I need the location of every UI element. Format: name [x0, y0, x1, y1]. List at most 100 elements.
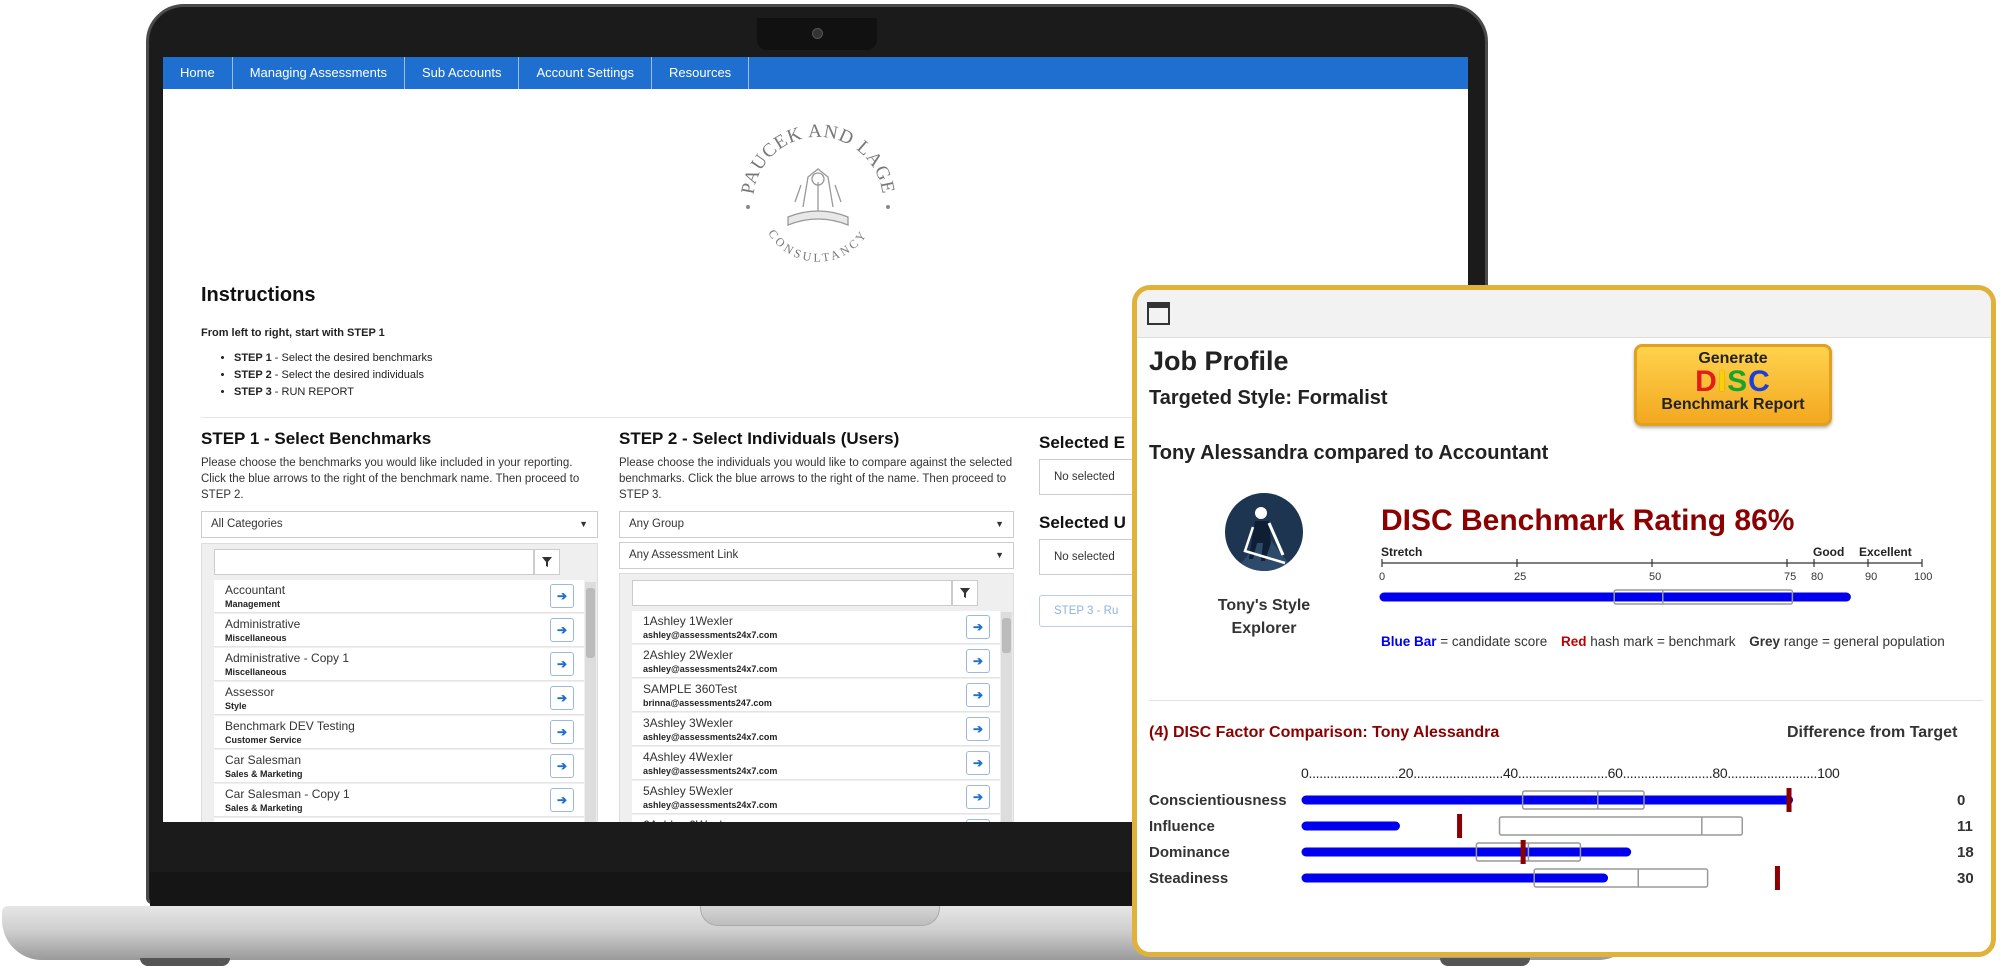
benchmark-subtext: Miscellaneous	[225, 667, 287, 677]
nav-resources[interactable]: Resources	[652, 57, 750, 89]
benchmark-name: Assessor	[225, 685, 275, 699]
difference-from-target-title: Difference from Target	[1787, 724, 1958, 741]
group-select[interactable]: Any Group ▼	[619, 511, 1014, 538]
benchmark-subtext: Sales & Marketing	[225, 803, 303, 813]
nav-sub-accounts[interactable]: Sub Accounts	[405, 57, 520, 89]
scale-excellent-label: Excellent	[1859, 545, 1912, 559]
add-arrow-icon[interactable]: ➔	[550, 618, 574, 642]
nav-account-settings[interactable]: Account Settings	[519, 57, 653, 89]
add-arrow-icon[interactable]: ➔	[550, 754, 574, 778]
add-arrow-icon[interactable]: ➔	[966, 683, 990, 707]
user-subtext: ashley@assessments24x7.com	[643, 664, 778, 674]
user-subtext: ashley@assessments24x7.com	[643, 800, 778, 810]
scale-tick-label: 0	[1379, 571, 1385, 583]
legend-grey: Grey	[1749, 634, 1781, 649]
step2-title: STEP 2 - Select Individuals (Users)	[619, 429, 900, 448]
user-scrollbar[interactable]	[1001, 612, 1012, 822]
job-profile-title: Job Profile	[1149, 346, 1289, 376]
rating-legend: Blue Bar = candidate score Red hash mark…	[1381, 634, 1945, 649]
benchmark-name: Accountant	[225, 583, 286, 597]
add-arrow-icon[interactable]: ➔	[966, 717, 990, 741]
add-arrow-icon[interactable]: ➔	[550, 652, 574, 676]
add-arrow-icon[interactable]: ➔	[966, 819, 990, 822]
instruction-step-2: STEP 2 - Select the desired individuals	[234, 367, 433, 384]
legend-blue: Blue Bar	[1381, 634, 1437, 649]
step1-column: STEP 1 - Select Benchmarks Please choose…	[201, 429, 596, 503]
population-range	[1498, 816, 1744, 836]
laptop-hinge	[700, 906, 940, 926]
nav-managing-assessments[interactable]: Managing Assessments	[233, 57, 405, 89]
scale-tick-label: 50	[1649, 571, 1661, 583]
user-row: 2Ashley 2Wexler ashley@assessments24x7.co…	[632, 645, 1000, 678]
benchmark-name: Car Salesman	[225, 753, 302, 767]
benchmark-row: Car Salesman - Copy 1 Sales & Marketing ➔	[214, 784, 584, 817]
user-name: 5Ashley 5Wexler	[643, 784, 733, 798]
benchmark-hash-mark	[1786, 788, 1792, 812]
difference-value: 0	[1957, 792, 1965, 809]
laptop-foot-right	[1440, 958, 1530, 966]
style-label: Tony's Style Explorer	[1177, 594, 1351, 640]
category-select-value: All Categories	[211, 518, 283, 530]
benchmark-rating-scale: Stretch Good Excellent 0 25 50 75 80 90 100	[1379, 545, 1932, 605]
assessment-link-select[interactable]: Any Assessment Link ▼	[619, 542, 1014, 569]
benchmark-row: Administrative Miscellaneous ➔	[214, 614, 584, 647]
benchmark-scrollbar[interactable]	[585, 582, 596, 822]
style-label-value: Explorer	[1231, 620, 1297, 637]
company-logo: PAUCEK AND LAGE CONSULTANCY	[723, 107, 913, 267]
instructions-steps: STEP 1 - Select the desired benchmarks S…	[234, 350, 433, 401]
user-name: SAMPLE 360Test	[643, 682, 738, 696]
nav-home[interactable]: Home	[163, 57, 233, 89]
benchmark-name: Administrative - Copy 1	[225, 651, 350, 665]
benchmark-name: Car Salesman - Copy 1	[225, 787, 350, 801]
add-arrow-icon[interactable]: ➔	[550, 686, 574, 710]
difference-value: 30	[1957, 870, 1974, 887]
user-search-input[interactable]	[632, 580, 952, 606]
benchmark-row: Assessor Style ➔	[214, 682, 584, 715]
factor-label: Dominance	[1149, 844, 1230, 861]
scale-good-label: Good	[1813, 545, 1844, 559]
user-subtext: ashley@assessments24x7.com	[643, 630, 778, 640]
user-row: 1Ashley 1Wexler ashley@assessments24x7.co…	[632, 611, 1000, 644]
benchmark-row: Benchmark DEV Testing Customer Service ➔	[214, 716, 584, 749]
difference-value: 11	[1957, 818, 1973, 835]
category-select[interactable]: All Categories ▼	[201, 511, 598, 538]
benchmark-row: Care Giver➔	[214, 818, 584, 822]
instructions-subtitle: From left to right, start with STEP 1	[201, 327, 385, 339]
benchmark-name: Administrative	[225, 617, 301, 631]
comparison-title: Tony Alessandra compared to Accountant	[1149, 442, 1549, 464]
add-arrow-icon[interactable]: ➔	[550, 584, 574, 608]
filter-icon[interactable]	[534, 549, 560, 575]
user-row: SAMPLE 360Test brinna@assessments247.com ➔	[632, 679, 1000, 712]
user-name: 3Ashley 3Wexler	[643, 716, 733, 730]
add-arrow-icon[interactable]: ➔	[550, 720, 574, 744]
user-row: 6Ashley 6Wexler ➔	[632, 815, 1000, 822]
user-subtext: ashley@assessments24x7.com	[643, 732, 778, 742]
laptop-foot-left	[140, 958, 230, 966]
benchmark-search-input[interactable]	[214, 549, 534, 575]
add-arrow-icon[interactable]: ➔	[966, 785, 990, 809]
window-icon	[1147, 302, 1170, 325]
main-nav: Home Managing Assessments Sub Accounts A…	[163, 57, 1468, 89]
benchmark-list: Accountant Management ➔ Administrative Misce…	[201, 543, 598, 822]
chevron-down-icon: ▼	[579, 519, 588, 529]
benchmark-subtext: Sales & Marketing	[225, 769, 303, 779]
benchmark-hash-mark	[1520, 840, 1526, 864]
filter-icon[interactable]	[952, 580, 978, 606]
benchmark-hash-mark	[1774, 866, 1780, 890]
add-arrow-icon[interactable]: ➔	[966, 649, 990, 673]
add-arrow-icon[interactable]: ➔	[966, 615, 990, 639]
benchmark-subtext: Management	[225, 599, 281, 609]
generate-benchmark-report-button[interactable]: Generate DISC Benchmark Report	[1634, 344, 1832, 426]
user-row: 4Ashley 4Wexler ashley@assessments24x7.co…	[632, 747, 1000, 780]
section-divider	[1149, 700, 1983, 701]
instruction-step-3: STEP 3 - RUN REPORT	[234, 384, 433, 401]
scale-tick-label: 75	[1784, 571, 1796, 583]
benchmark-name: Care Giver	[225, 821, 283, 822]
camera-notch	[757, 18, 877, 50]
add-arrow-icon[interactable]: ➔	[966, 751, 990, 775]
job-profile-card: Job Profile Targeted Style: Formalist Ge…	[1132, 285, 1996, 957]
benchmark-report-label: Benchmark Report	[1661, 396, 1805, 413]
benchmark-subtext: Customer Service	[225, 735, 302, 745]
chevron-down-icon: ▼	[995, 519, 1004, 529]
add-arrow-icon[interactable]: ➔	[550, 788, 574, 812]
